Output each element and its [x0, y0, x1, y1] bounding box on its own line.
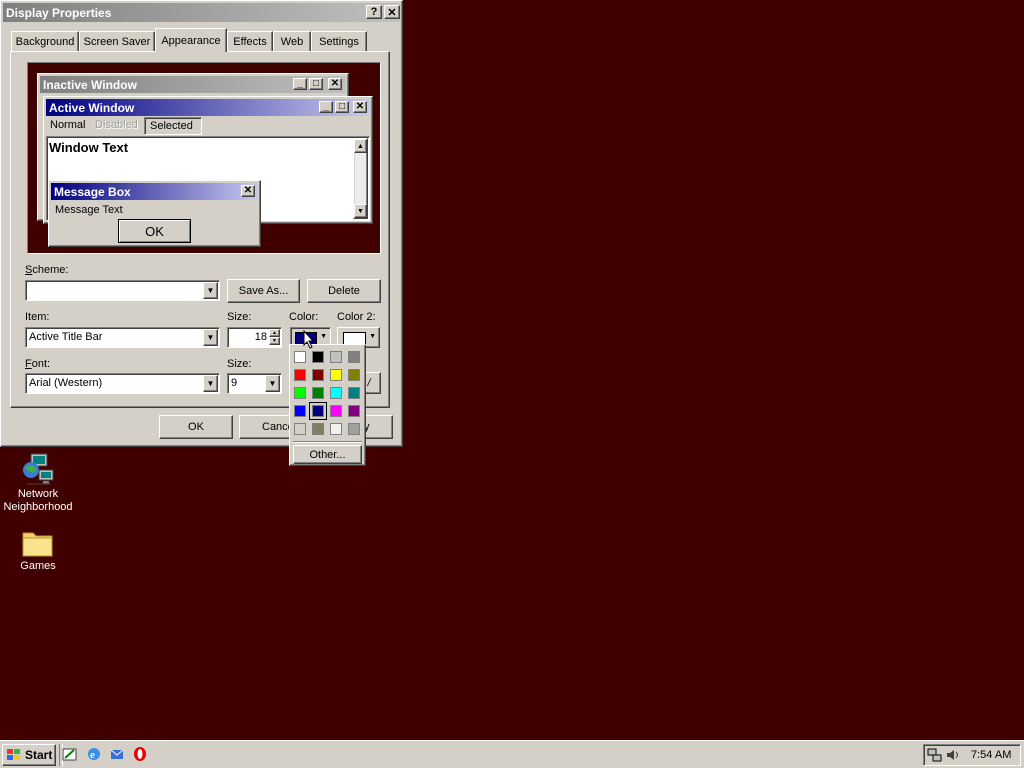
color-swatch[interactable]: [330, 423, 342, 435]
font-label: Font:: [25, 358, 51, 370]
color-swatch[interactable]: [348, 387, 360, 399]
chevron-down-icon[interactable]: ▼: [203, 375, 218, 392]
palette-divider: [293, 441, 362, 443]
network-tray-icon[interactable]: [927, 747, 943, 763]
font-value: Arial (Western): [29, 377, 103, 389]
color-swatch[interactable]: [294, 351, 306, 363]
ok-button[interactable]: OK: [159, 415, 233, 439]
item-size-label: Size:: [227, 311, 252, 323]
color-swatch[interactable]: [348, 369, 360, 381]
item-value: Active Title Bar: [29, 331, 103, 343]
opera-icon[interactable]: [132, 746, 148, 762]
scheme-label: Scheme:: [25, 264, 69, 276]
color-swatch[interactable]: [312, 369, 324, 381]
font-size-value: 9: [231, 377, 238, 389]
color-swatch[interactable]: [312, 387, 324, 399]
desktop-icon-games[interactable]: Games: [0, 527, 76, 573]
color-swatch[interactable]: [294, 369, 306, 381]
save-as-button[interactable]: Save As...: [227, 279, 300, 303]
color-swatch[interactable]: [312, 423, 324, 435]
item-label: Item:: [25, 311, 50, 323]
color-swatch[interactable]: [312, 351, 324, 363]
item-size-value: 18: [254, 331, 267, 343]
taskbar: Start e 7:54 AM: [0, 740, 1024, 768]
color-swatch[interactable]: [294, 423, 306, 435]
clock[interactable]: 7:54 AM: [971, 749, 1011, 761]
delete-button[interactable]: Delete: [307, 279, 381, 303]
scheme-dropdown[interactable]: ▼: [25, 280, 220, 301]
color-swatch[interactable]: [348, 423, 360, 435]
italic-icon: /: [367, 377, 371, 389]
folder-icon: [22, 532, 53, 557]
color-swatch[interactable]: [348, 351, 360, 363]
volume-tray-icon[interactable]: [945, 747, 961, 763]
spin-up-icon[interactable]: ▲: [269, 329, 280, 337]
item-dropdown[interactable]: Active Title Bar ▼: [25, 327, 220, 348]
item-size-spinner[interactable]: 18 ▲ ▼: [227, 327, 282, 348]
svg-text:e: e: [90, 749, 95, 761]
color-label: Color:: [289, 311, 319, 323]
desktop-icon-label: Games: [20, 560, 56, 572]
chevron-down-icon: ▼: [369, 333, 376, 340]
network-icon: [23, 453, 54, 485]
color2-label: Color 2:: [337, 311, 376, 323]
color-swatch[interactable]: [294, 387, 306, 399]
font-size-dropdown[interactable]: 9 ▼: [227, 373, 282, 394]
other-color-button[interactable]: Other...: [293, 445, 362, 464]
chevron-down-icon: ▼: [320, 333, 327, 340]
font-dropdown[interactable]: Arial (Western) ▼: [25, 373, 220, 394]
color-swatch[interactable]: [330, 369, 342, 381]
desktop-icon-network-neighborhood[interactable]: Network Neighborhood: [0, 452, 76, 514]
font-size-label: Size:: [227, 358, 252, 370]
mouse-cursor-icon: [303, 330, 315, 349]
color-swatch[interactable]: [309, 402, 327, 420]
windows-logo-icon: [7, 749, 20, 760]
desktop-icon-label: Network Neighborhood: [3, 488, 73, 513]
start-label: Start: [25, 748, 53, 762]
system-tray: 7:54 AM: [923, 744, 1021, 766]
color-swatch[interactable]: [330, 351, 342, 363]
show-desktop-icon[interactable]: [62, 746, 78, 762]
chevron-down-icon[interactable]: ▼: [203, 282, 218, 299]
color-swatch[interactable]: [348, 405, 360, 417]
outlook-express-icon[interactable]: [109, 746, 125, 762]
color-swatch[interactable]: [330, 405, 342, 417]
chevron-down-icon[interactable]: ▼: [265, 375, 280, 392]
color-swatch[interactable]: [294, 405, 306, 417]
color-swatch[interactable]: [330, 387, 342, 399]
chevron-down-icon[interactable]: ▼: [203, 329, 218, 346]
color-palette-popup: Other...: [289, 344, 366, 466]
internet-explorer-icon[interactable]: e: [86, 746, 102, 762]
start-button[interactable]: Start: [2, 744, 56, 766]
spin-down-icon[interactable]: ▼: [269, 337, 280, 345]
